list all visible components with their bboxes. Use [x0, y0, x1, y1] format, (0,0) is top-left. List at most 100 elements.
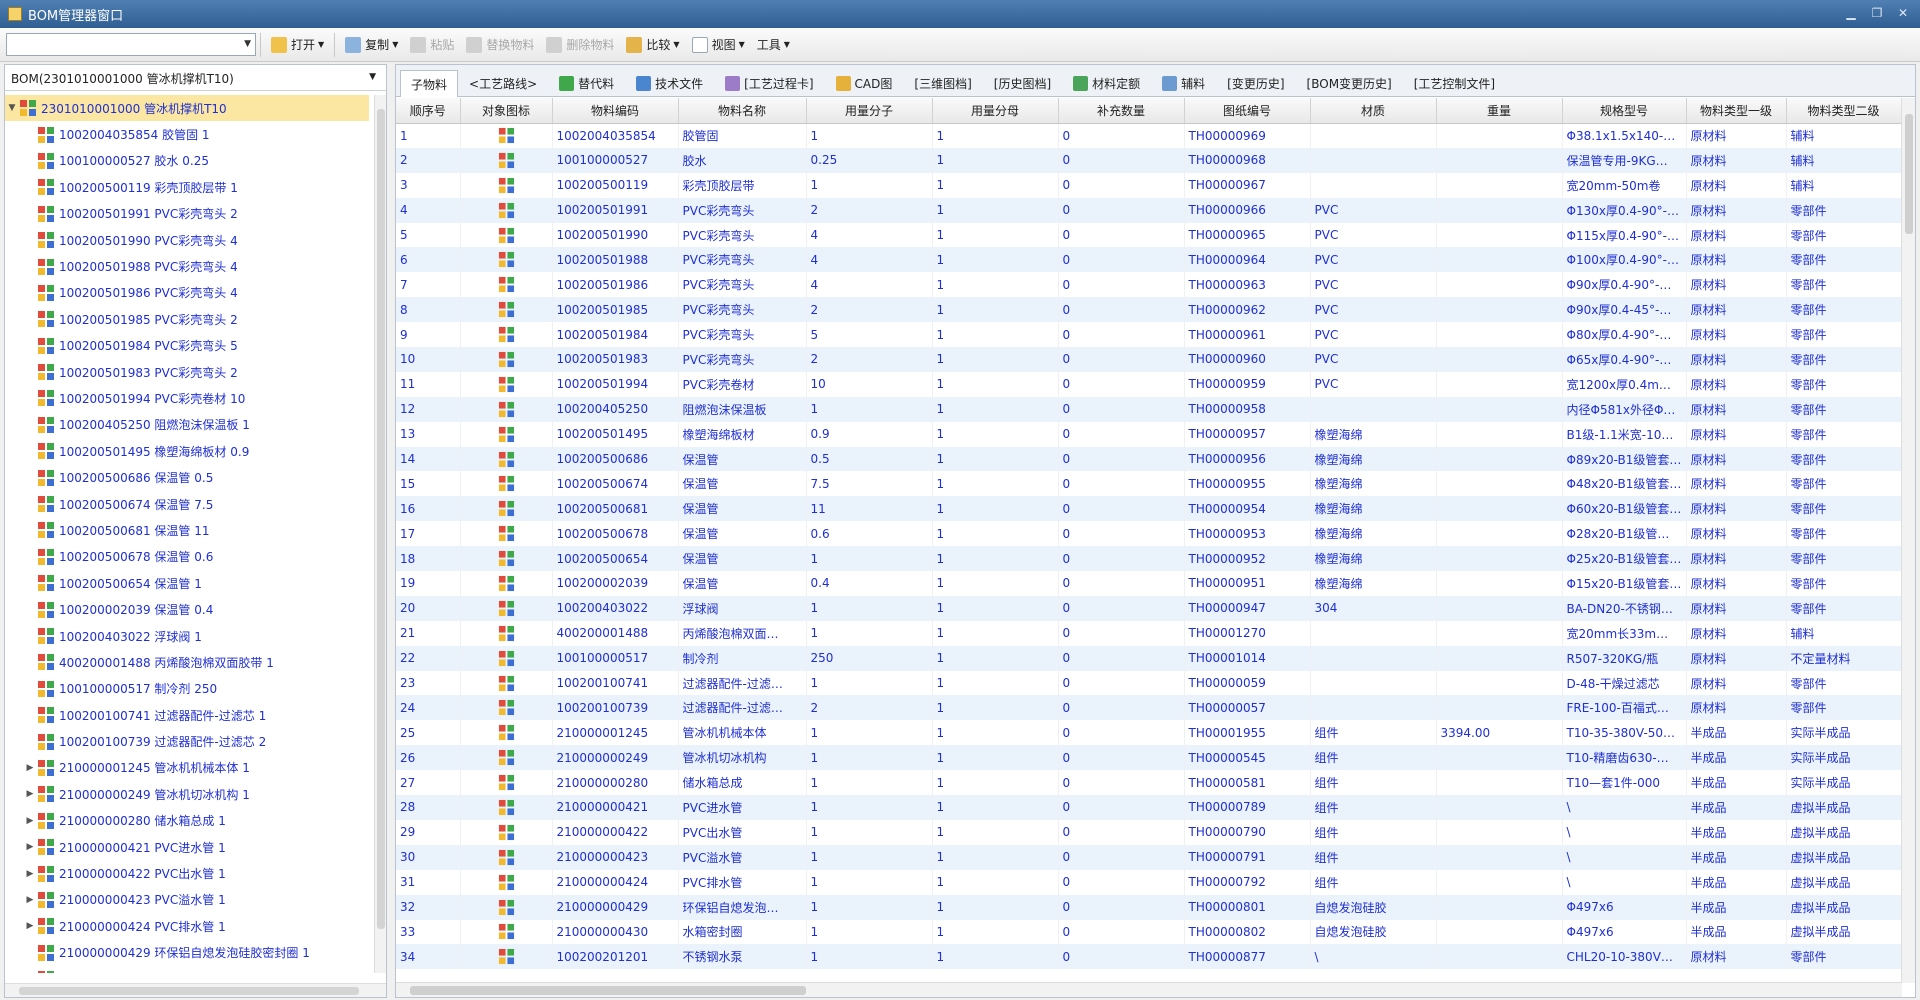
table-row[interactable]: 24 100200100739 过滤器配件-过滤… 2 1 0 TH00000057 FRE-… — [396, 695, 1902, 721]
open-button[interactable]: 打开 ▼ — [265, 32, 330, 58]
column-header[interactable]: 图纸编号 — [1184, 98, 1311, 124]
tree-node[interactable]: 100200501983 PVC彩壳弯头 2 — [5, 359, 375, 385]
tree-node[interactable]: 100200403022 浮球阀 1 — [5, 623, 375, 649]
table-row[interactable]: 27 210000000280 储水箱总成 1 1 0 TH00000581 组件 T10—套1… — [396, 770, 1902, 796]
table-row[interactable]: 8 100200501985 PVC彩壳弯头 2 1 0 TH00000962 PVC Φ90x… — [396, 297, 1902, 323]
tree-node[interactable]: 100100000517 制冷剂 250 — [5, 676, 375, 702]
tab-7[interactable]: [历史图档] — [983, 69, 1062, 96]
table-row[interactable]: 11 100200501994 PVC彩壳卷材 10 1 0 TH00000959 PVC 宽1… — [396, 371, 1902, 397]
tree-node[interactable]: 100200100739 过滤器配件-过滤芯 2 — [5, 728, 375, 754]
view-menu-button[interactable]: 视图 ▼ — [686, 32, 751, 58]
tree-node[interactable]: 100200500654 保温管 1 — [5, 570, 375, 596]
table-row[interactable]: 10 100200501983 PVC彩壳弯头 2 1 0 TH00000960 PVC Φ65… — [396, 347, 1902, 372]
table-row[interactable]: 33 210000000430 水箱密封圈 1 1 0 TH00000802 自熄发泡硅胶 Φ4… — [396, 919, 1902, 945]
tree-node[interactable]: ▶ 210000000422 PVC出水管 1 — [5, 860, 375, 886]
column-header[interactable]: 物料编码 — [552, 98, 679, 124]
tab-10[interactable]: [变更历史] — [1216, 69, 1295, 96]
tab-4[interactable]: [工艺过程卡] — [714, 69, 824, 96]
tree-node[interactable]: 100200501994 PVC彩壳卷材 10 — [5, 385, 375, 411]
table-row[interactable]: 28 210000000421 PVC进水管 1 1 0 TH00000789 组件 \ 半成品虚… — [396, 795, 1902, 820]
tree-node[interactable]: 100200500674 保温管 7.5 — [5, 491, 375, 517]
table-row[interactable]: 9 100200501984 PVC彩壳弯头 5 1 0 TH00000961 PVC Φ80x… — [396, 322, 1902, 348]
expand-icon[interactable]: ▶ — [23, 816, 37, 826]
table-row[interactable]: 3 100200500119 彩壳顶胶层带 1 1 0 TH00000967 宽20mm-50… — [396, 172, 1902, 198]
tab-8[interactable]: 材料定额 — [1062, 69, 1151, 96]
column-header[interactable]: 物料名称 — [678, 98, 807, 124]
table-row[interactable]: 22 100100000517 制冷剂 250 1 0 TH00001014 R507-320… — [396, 645, 1902, 671]
table-row[interactable]: 32 210000000429 环保铝自熄发泡… 1 1 0 TH00000801 自熄发泡硅… — [396, 894, 1902, 920]
column-header[interactable]: 重量 — [1436, 98, 1563, 124]
minimize-icon[interactable]: ▁ — [1840, 5, 1862, 21]
tree-node[interactable]: 100200501990 PVC彩壳弯头 4 — [5, 227, 375, 253]
tab-5[interactable]: CAD图 — [825, 69, 904, 96]
tree-node[interactable]: ▶ 210000000280 储水箱总成 1 — [5, 808, 375, 834]
paste-button[interactable]: 粘贴 — [404, 32, 460, 58]
copy-button[interactable]: 复制 ▼ — [339, 32, 404, 58]
tab-11[interactable]: [BOM变更历史] — [1296, 69, 1403, 96]
tab-6[interactable]: [三维图档] — [903, 69, 982, 96]
tab-3[interactable]: 技术文件 — [625, 69, 714, 96]
column-header[interactable]: 对象图标 — [460, 98, 553, 124]
table-row[interactable]: 19 100200002039 保温管 0.4 1 0 TH00000951 橡塑海绵 Φ15x… — [396, 571, 1902, 596]
table-row[interactable]: 23 100200100741 过滤器配件-过滤… 1 1 0 TH00000059 D-48… — [396, 670, 1902, 696]
column-header[interactable]: 物料类型二级 — [1786, 98, 1902, 124]
tree-node[interactable]: ▶ 210000000423 PVC溢水管 1 — [5, 887, 375, 913]
tree-node[interactable]: 100200500686 保温管 0.5 — [5, 464, 375, 490]
tree-node[interactable]: ▶ 210000000249 管冰机切冰机构 1 — [5, 781, 375, 807]
expand-icon[interactable]: ▶ — [23, 921, 37, 931]
table-row[interactable]: 30 210000000423 PVC溢水管 1 1 0 TH00000791 组件 \ 半成品虚… — [396, 844, 1902, 870]
table-row[interactable]: 29 210000000422 PVC出水管 1 1 0 TH00000790 组件 \ 半成品虚… — [396, 819, 1902, 845]
expand-icon[interactable]: ▶ — [23, 895, 37, 905]
tree-node[interactable]: 100200100741 过滤器配件-过滤芯 1 — [5, 702, 375, 728]
table-row[interactable]: 21 400200001488 丙烯酸泡棉双面… 1 1 0 TH00001270 宽20mm… — [396, 620, 1902, 646]
tree-node[interactable]: 100200501986 PVC彩壳弯头 4 — [5, 280, 375, 306]
tab-12[interactable]: [工艺控制文件] — [1403, 69, 1506, 96]
table-row[interactable]: 12 100200405250 阻燃泡沫保温板 1 1 0 TH00000958 内径Φ581… — [396, 396, 1902, 422]
tree-node[interactable]: ▶ 210000000421 PVC进水管 1 — [5, 834, 375, 860]
tree-node[interactable]: 100200501988 PVC彩壳弯头 4 — [5, 253, 375, 279]
table-row[interactable]: 26 210000000249 管冰机切冰机构 1 1 0 TH00000545 组件 T10-… — [396, 745, 1902, 771]
column-header[interactable]: 补充数量 — [1058, 98, 1185, 124]
tree-node[interactable]: 100200405250 阻燃泡沫保温板 1 — [5, 412, 375, 438]
expand-icon[interactable]: ▶ — [23, 763, 37, 773]
tree-node[interactable]: 100200501495 橡塑海绵板材 0.9 — [5, 438, 375, 464]
table-row[interactable]: 7 100200501986 PVC彩壳弯头 4 1 0 TH00000963 PVC Φ90x… — [396, 272, 1902, 298]
table-row[interactable]: 31 210000000424 PVC排水管 1 1 0 TH00000792 组件 \ 半成品虚… — [396, 869, 1902, 895]
column-header[interactable]: 规格型号 — [1562, 98, 1687, 124]
tree-node[interactable]: 100200501985 PVC彩壳弯头 2 — [5, 306, 375, 332]
table-row[interactable]: 17 100200500678 保温管 0.6 1 0 TH00000953 橡塑海绵 Φ28x… — [396, 521, 1902, 547]
bom-selector[interactable]: BOM(2301010001000 管冰机撑机T10) ▼ — [5, 65, 386, 91]
column-header[interactable]: 物料类型一级 — [1686, 98, 1787, 124]
grid-vertical-scrollbar[interactable] — [1901, 98, 1915, 983]
compare-button[interactable]: 比较 ▼ — [620, 32, 685, 58]
tree-horizontal-scrollbar[interactable] — [5, 983, 386, 997]
table-row[interactable]: 20 100200403022 浮球阀 1 1 0 TH00000947 304 BA-DN20… — [396, 595, 1902, 621]
table-row[interactable]: 5 100200501990 PVC彩壳弯头 4 1 0 TH00000965 PVC Φ115… — [396, 222, 1902, 248]
table-row[interactable]: 2 100100000527 胶水 0.25 1 0 TH00000968 保温管专用-9KG… — [396, 147, 1902, 173]
replace-material-button[interactable]: 替换物料 — [460, 32, 540, 58]
tree-node[interactable]: 210000000430 水箱密封圈 1 — [5, 966, 375, 973]
tab-9[interactable]: 辅料 — [1151, 69, 1216, 96]
table-row[interactable]: 34 100200201201 不锈钢水泵 1 1 0 TH00000877 \ CHL20-1… — [396, 944, 1902, 970]
expand-icon[interactable]: ▶ — [23, 842, 37, 852]
table-row[interactable]: 25 210000001245 管冰机机械本体 1 1 0 TH00001955 组件 3394… — [396, 720, 1902, 746]
tree-node[interactable]: 210000000429 环保铝自熄发泡硅胶密封圈 1 — [5, 940, 375, 966]
tab-1[interactable]: <工艺路线> — [458, 69, 548, 96]
expand-icon[interactable]: ▶ — [23, 869, 37, 879]
column-header[interactable]: 材质 — [1310, 98, 1437, 124]
table-row[interactable]: 6 100200501988 PVC彩壳弯头 4 1 0 TH00000964 PVC Φ100… — [396, 247, 1902, 273]
tree-node[interactable]: 100200500681 保温管 11 — [5, 517, 375, 543]
tab-2[interactable]: 替代料 — [548, 69, 625, 96]
tree-vertical-scrollbar[interactable] — [374, 95, 386, 973]
tab-0[interactable]: 子物料 — [400, 70, 459, 97]
tree-node[interactable]: 400200001488 丙烯酸泡棉双面胶带 1 — [5, 649, 375, 675]
tree-node[interactable]: 100200002039 保温管 0.4 — [5, 596, 375, 622]
tree-node[interactable]: 100200501984 PVC彩壳弯头 5 — [5, 333, 375, 359]
table-row[interactable]: 18 100200500654 保温管 1 1 0 TH00000952 橡塑海绵 Φ25x20… — [396, 546, 1902, 572]
tree-node[interactable]: 100100000527 胶水 0.25 — [5, 148, 375, 174]
tools-menu-button[interactable]: 工具 ▼ — [751, 32, 796, 58]
column-header[interactable]: 用量分母 — [932, 98, 1059, 124]
tree-node[interactable]: 100200501991 PVC彩壳弯头 2 — [5, 201, 375, 227]
table-row[interactable]: 13 100200501495 橡塑海绵板材 0.9 1 0 TH00000957 橡塑海绵 B… — [396, 421, 1902, 447]
scrollbar-thumb[interactable] — [410, 986, 806, 995]
